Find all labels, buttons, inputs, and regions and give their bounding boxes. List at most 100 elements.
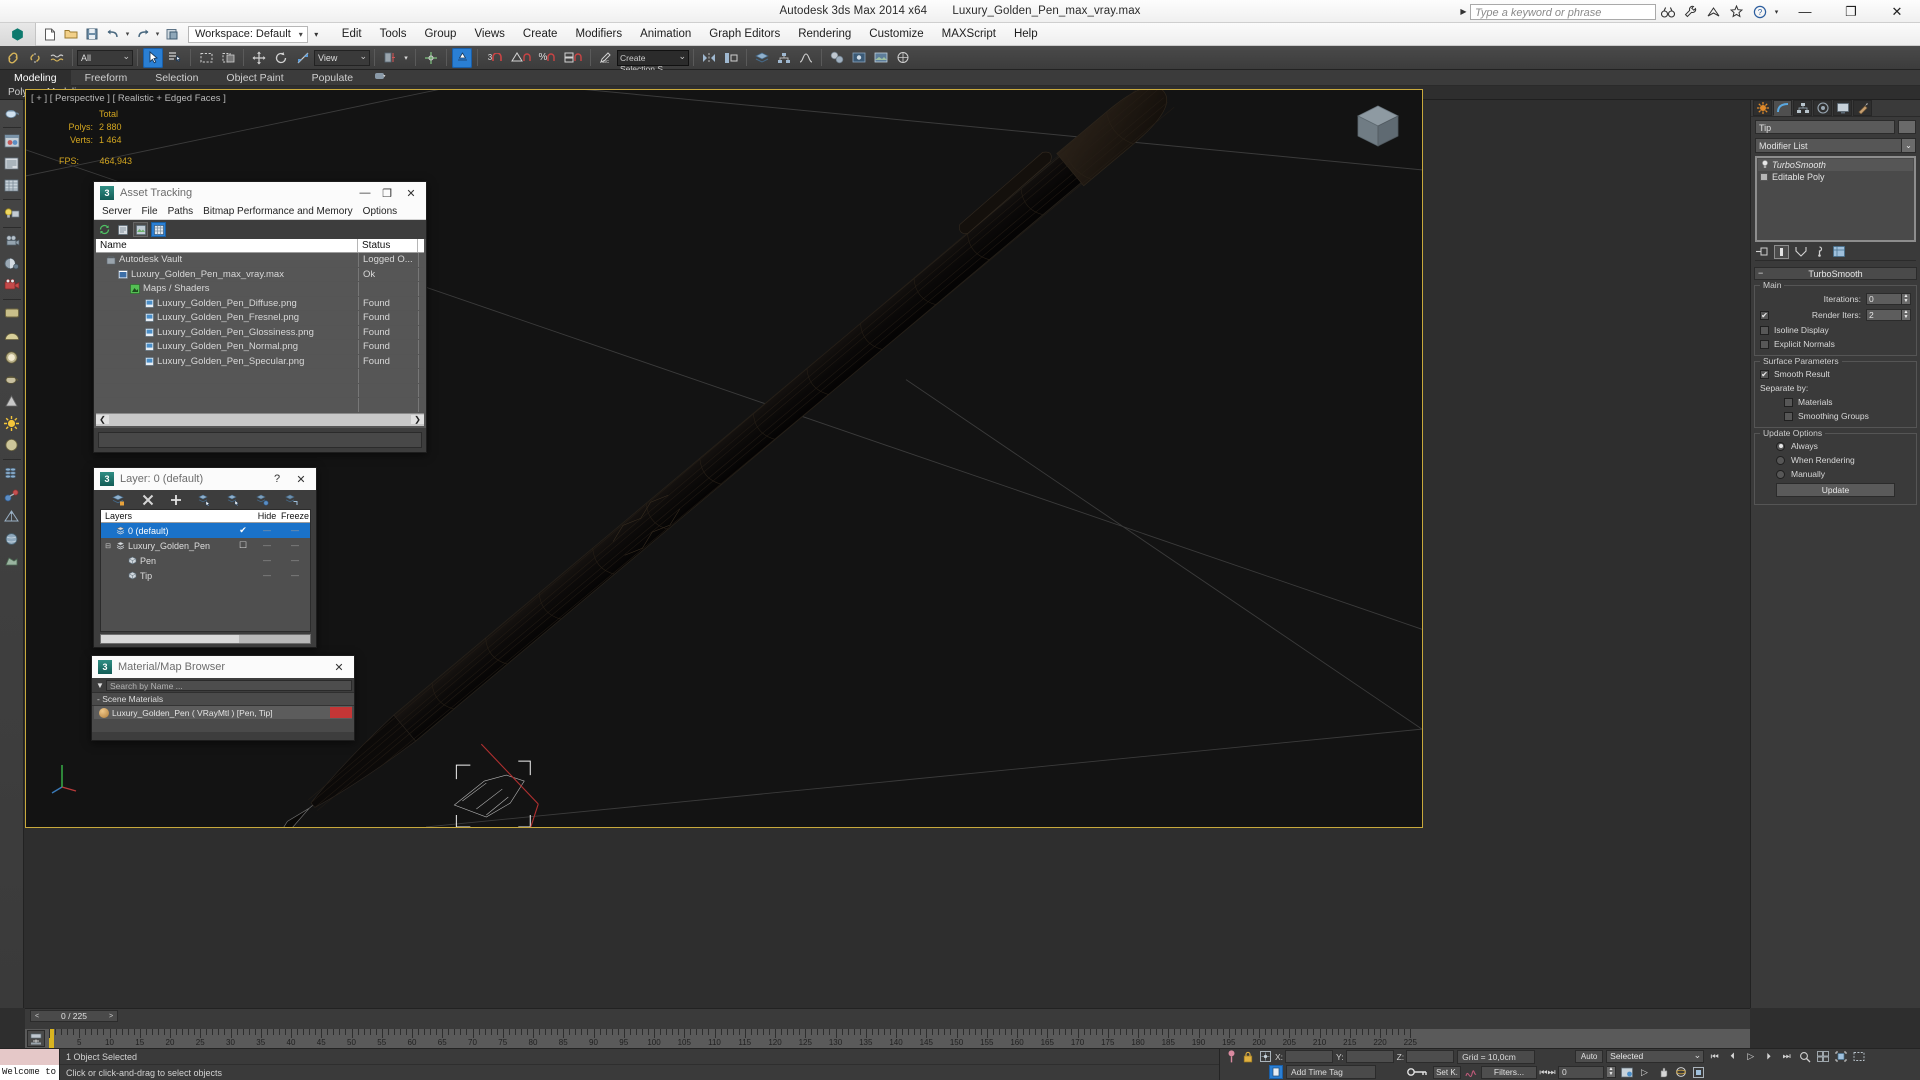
motion-tab[interactable] <box>1813 100 1832 116</box>
menu-modifiers[interactable]: Modifiers <box>566 26 631 42</box>
layer-hide-toggle[interactable]: — <box>254 556 280 565</box>
lightbulb-icon[interactable] <box>1761 160 1769 171</box>
selection-lock-pin-icon[interactable] <box>1224 1050 1238 1064</box>
menu-edit[interactable]: Edit <box>333 26 371 42</box>
search-expand-arrow[interactable]: ▶ <box>1457 7 1470 16</box>
curve-editor-icon[interactable] <box>796 48 816 68</box>
table-row[interactable]: Maps / Shaders <box>96 282 424 297</box>
scroll-thumb[interactable] <box>101 635 239 643</box>
list-item[interactable]: ⊟ Luxury_Golden_Pen ☐ — — <box>101 538 310 553</box>
wrench-icon[interactable] <box>1679 0 1702 23</box>
add-time-tag-field[interactable]: Add Time Tag <box>1286 1065 1376 1080</box>
sphere-primitive-icon[interactable] <box>2 325 22 345</box>
asset-tracking-close[interactable]: ✕ <box>398 183 424 203</box>
asset-tracking-titlebar[interactable]: 3 Asset Tracking — ❐ ✕ <box>94 182 426 204</box>
edit-named-selection-sets-icon[interactable]: ABC <box>596 48 616 68</box>
render-iters-spinner[interactable]: ▲ ▼ <box>1902 309 1911 321</box>
x-input[interactable] <box>1285 1050 1334 1064</box>
percent-snap-icon[interactable]: % <box>535 48 559 68</box>
material-editor-panel-icon[interactable] <box>2 131 22 151</box>
at-menu-file[interactable]: File <box>136 205 162 218</box>
pin-stack-icon[interactable] <box>1755 245 1770 259</box>
schematic-view-icon[interactable] <box>774 48 794 68</box>
maxscript-mini-listener[interactable]: Welcome to <box>0 1049 60 1080</box>
rollout-collapse-icon[interactable]: − <box>1758 268 1763 278</box>
light-lister-icon[interactable] <box>2 203 22 223</box>
prev-frame-icon[interactable]: ⏴ <box>1725 1050 1740 1064</box>
table-row[interactable]: Luxury_Golden_Pen_max_vray.max Ok <box>96 267 424 282</box>
play-icon[interactable]: ▷ <box>1743 1050 1758 1064</box>
tab-selection[interactable]: Selection <box>141 70 212 86</box>
list-item[interactable]: 0 (default) ✔ — — <box>101 523 310 538</box>
layer-manager-icon[interactable] <box>752 48 772 68</box>
tab-populate[interactable]: Populate <box>298 70 367 86</box>
menu-customize[interactable]: Customize <box>860 26 932 42</box>
time-configuration-icon[interactable] <box>1619 1065 1634 1079</box>
expand-collapse-icon[interactable]: ⊟ <box>101 542 115 550</box>
select-and-scale-icon[interactable] <box>293 48 313 68</box>
keyword-search-input[interactable]: Type a keyword or phrase <box>1470 3 1656 20</box>
layer-freeze-toggle[interactable]: — <box>280 571 310 580</box>
refresh-icon[interactable] <box>97 222 112 237</box>
key-filter-combo[interactable]: Selected <box>1606 1050 1705 1064</box>
maximize-button[interactable]: ❐ <box>1828 0 1874 23</box>
particle-system-icon[interactable] <box>2 463 22 483</box>
bind-space-warp-icon[interactable] <box>47 48 67 68</box>
save-icon[interactable] <box>82 25 101 44</box>
create-new-layer-icon[interactable] <box>111 492 126 507</box>
scroll-left-arrow[interactable]: ❮ <box>96 415 109 424</box>
arc-rotate-icon[interactable]: ▷ <box>1637 1065 1652 1079</box>
search-input[interactable]: Search by Name ... <box>106 679 352 691</box>
orbit-icon[interactable] <box>1673 1065 1688 1079</box>
project-folder-icon[interactable] <box>163 25 182 44</box>
isoline-display-checkbox[interactable] <box>1760 325 1769 335</box>
reference-coordinate-system-combo[interactable]: View <box>314 49 370 66</box>
unlink-selection-icon[interactable] <box>25 48 45 68</box>
modify-tab[interactable] <box>1773 100 1792 116</box>
named-selection-sets-combo[interactable]: Create Selection S <box>617 49 689 74</box>
snaps-3d-icon[interactable]: 3 <box>483 48 507 68</box>
layer-hide-toggle[interactable]: — <box>254 541 280 550</box>
window-crossing-toggle-icon[interactable] <box>218 48 238 68</box>
go-to-start-icon[interactable]: ⏮ <box>1707 1050 1722 1064</box>
update-always-radio[interactable] <box>1776 441 1785 451</box>
open-icon[interactable] <box>61 25 80 44</box>
listener-input-field[interactable] <box>0 1049 59 1065</box>
layer-dialog[interactable]: 3 Layer: 0 (default) ? ✕ Layers Hide Fre… <box>93 467 317 648</box>
at-menu-options[interactable]: Options <box>358 205 402 218</box>
workspace-selector[interactable]: Workspace: Default <box>188 25 308 43</box>
update-button[interactable]: Update <box>1776 483 1895 497</box>
star-icon[interactable] <box>1725 0 1748 23</box>
smooth-result-checkbox[interactable]: ✔ <box>1760 369 1769 379</box>
table-view-icon[interactable] <box>151 222 166 237</box>
angle-snap-icon[interactable] <box>509 48 533 68</box>
set-key-button[interactable]: Set K. <box>1433 1065 1461 1079</box>
material-color-chip[interactable] <box>330 707 352 718</box>
asset-tracking-dialog[interactable]: 3 Asset Tracking — ❐ ✕ Server File Paths… <box>93 181 427 453</box>
go-to-end-icon[interactable]: ⏭ <box>1779 1050 1794 1064</box>
menu-tools[interactable]: Tools <box>371 26 416 42</box>
pivot-dropdown-arrow[interactable]: ▾ <box>402 48 410 68</box>
ribbon-options-icon[interactable] <box>367 70 395 86</box>
separate-materials-checkbox[interactable] <box>1784 397 1793 407</box>
add-selection-icon[interactable] <box>169 492 184 507</box>
select-highlight-icon[interactable] <box>226 492 241 507</box>
remove-modifier-icon[interactable] <box>1812 245 1827 259</box>
update-when-rendering-radio[interactable] <box>1776 455 1785 465</box>
current-frame-spinner[interactable]: ▲ ▼ <box>1607 1066 1616 1079</box>
select-and-rotate-icon[interactable] <box>271 48 291 68</box>
list-view-icon[interactable] <box>115 222 130 237</box>
material-map-browser[interactable]: 3 Material/Map Browser ✕ ▼ Search by Nam… <box>91 655 355 741</box>
cylinder-primitive-icon[interactable] <box>2 347 22 367</box>
tab-modeling[interactable]: Modeling <box>0 69 71 86</box>
render-iters-checkbox[interactable]: ✔ <box>1760 310 1769 320</box>
lock-icon[interactable] <box>1241 1050 1255 1064</box>
track-bar[interactable]: 5 10 15 20 25 30 35 40 45 50 55 60 65 70 75 80 85 90 95 100… <box>25 1028 1750 1048</box>
list-panel-icon[interactable] <box>2 153 22 173</box>
select-objects-icon[interactable] <box>197 492 212 507</box>
next-frame-icon[interactable]: ⏵ <box>1761 1050 1776 1064</box>
view-cube[interactable] <box>1352 100 1404 156</box>
undo-dropdown-arrow[interactable]: ▾ <box>124 25 131 44</box>
iterations-input[interactable]: 0 <box>1866 293 1902 305</box>
expand-stack-icon[interactable] <box>1760 173 1768 181</box>
